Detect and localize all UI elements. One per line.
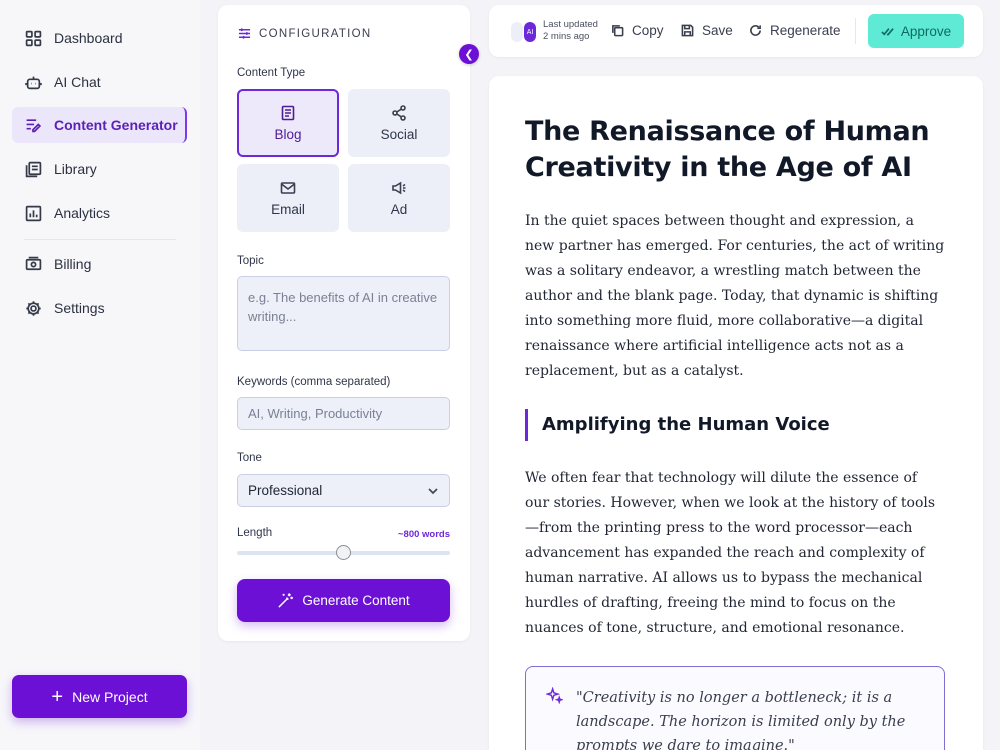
save-label: Save [702,23,733,38]
document-icon [281,105,295,120]
last-updated-label: Last updated [543,19,598,30]
content-type-email[interactable]: Email [237,164,339,232]
sidebar-item-label: AI Chat [54,74,101,90]
gear-icon [25,300,42,317]
quote-text: "Creativity is no longer a bottleneck; i… [576,690,906,750]
sidebar-item-settings[interactable]: Settings [12,290,187,326]
sidebar-item-label: Billing [54,256,92,272]
topic-input[interactable]: e.g. The benefits of AI in creative writ… [237,276,450,351]
tone-select[interactable]: Professional [237,474,450,507]
sidebar-item-library[interactable]: Library [12,151,187,187]
content-type-label: Email [271,201,305,217]
keywords-label: Keywords (comma separated) [237,376,391,388]
grid-icon [25,30,42,47]
copy-label: Copy [632,23,664,38]
configuration-title: CONFIGURATION [259,27,372,40]
sidebar-item-label: Content Generator [54,117,178,133]
chevron-left-icon: ❮ [464,48,474,61]
avatar [511,22,523,42]
ai-badge: AI [524,22,536,42]
sidebar-item-analytics[interactable]: Analytics [12,195,187,231]
content-type-ad[interactable]: Ad [348,164,450,232]
collapse-panel-button[interactable]: ❮ [459,44,479,64]
money-icon [25,256,42,273]
article-subheading: Amplifying the Human Voice [525,409,830,441]
regenerate-label: Regenerate [770,23,841,38]
copy-icon [612,25,624,37]
sidebar-item-label: Dashboard [54,30,123,46]
content-type-social[interactable]: Social [348,89,450,157]
double-check-icon [881,27,894,36]
plus-icon: + [51,685,64,708]
approve-label: Approve [900,23,952,39]
mail-icon [280,181,296,194]
sidebar-item-label: Analytics [54,205,111,221]
configuration-header: CONFIGURATION [238,27,372,40]
length-value: ~800 words [397,529,450,540]
sidebar-item-billing[interactable]: Billing [12,246,187,282]
save-button[interactable]: Save [681,23,733,38]
sidebar-item-label: Settings [54,300,105,316]
chevron-down-icon [428,487,438,494]
sliders-icon [238,28,251,39]
content-type-label: Blog [274,126,302,142]
chart-icon [25,205,42,222]
magic-wand-icon [278,593,294,608]
article-preview: The Renaissance of Human Creativity in t… [489,76,983,750]
article-quote: "Creativity is no longer a bottleneck; i… [525,666,945,750]
nav-divider [24,239,176,240]
content-type-blog[interactable]: Blog [237,89,339,157]
toolbar-divider [855,18,856,44]
sidebar-item-ai-chat[interactable]: AI Chat [12,64,187,100]
length-label: Length [237,527,273,539]
generate-content-label: Generate Content [302,593,410,608]
content-type-label: Ad [390,201,408,217]
tone-value: Professional [248,483,323,498]
new-project-label: New Project [72,688,148,705]
new-project-button[interactable]: + New Project [12,675,187,718]
article-title: The Renaissance of Human Creativity in t… [525,116,930,183]
pen-lines-icon [25,117,42,134]
article-paragraph: In the quiet spaces between thought and … [525,213,945,379]
last-updated: Last updated 2 mins ago [543,19,598,43]
keywords-input[interactable]: AI, Writing, Productivity [237,397,450,430]
length-slider-thumb[interactable] [336,545,351,560]
configuration-panel: CONFIGURATION Content Type Blog Social E… [218,5,479,641]
megaphone-icon [392,181,406,194]
tone-label: Tone [237,452,262,464]
editor-toolbar: AI Last updated 2 mins ago Copy Save Reg… [489,5,983,57]
sparkles-icon [546,687,563,704]
approve-button[interactable]: Approve [868,14,964,48]
topic-label: Topic [237,255,264,267]
refresh-icon [750,25,761,36]
content-type-label: Social [380,126,418,142]
library-icon [25,161,42,178]
save-icon [681,24,694,37]
sidebar-item-label: Library [54,161,97,177]
article-paragraph: We often fear that technology will dilut… [525,470,936,636]
sidebar-item-content-generator[interactable]: Content Generator [12,107,187,143]
content-type-label: Content Type [237,67,306,79]
robot-icon [25,74,42,91]
regenerate-button[interactable]: Regenerate [749,23,841,38]
sidebar: Dashboard AI Chat Content Generator Libr… [0,0,200,750]
sidebar-item-dashboard[interactable]: Dashboard [12,20,187,56]
share-icon [392,104,406,121]
last-updated-time: 2 mins ago [543,31,590,42]
copy-button[interactable]: Copy [611,23,664,38]
generate-content-button[interactable]: Generate Content [237,579,450,622]
